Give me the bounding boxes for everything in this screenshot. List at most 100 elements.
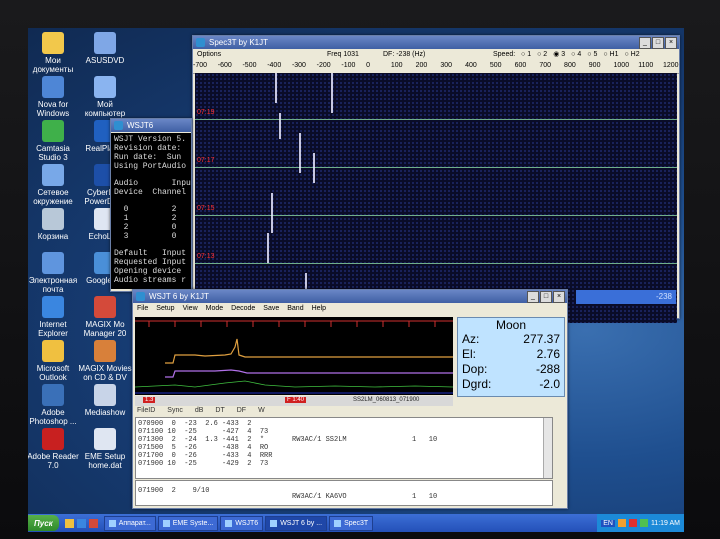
magix-icon bbox=[94, 296, 116, 318]
desktop-icon[interactable]: Adobe Photoshop ... bbox=[28, 384, 82, 426]
desktop-icon[interactable]: Сетевое окружение bbox=[28, 164, 82, 206]
bottom-message: RW3AC/1 KA6VO bbox=[292, 493, 347, 501]
desktop-icon[interactable]: Microsoft Outlook bbox=[28, 340, 82, 382]
menu-setup[interactable]: Setup bbox=[156, 305, 174, 312]
desktop-icon-label: Mediashow bbox=[84, 408, 126, 417]
taskbar-button[interactable]: Spec3T bbox=[329, 515, 374, 531]
wsjt6-maximize-button[interactable]: □ bbox=[540, 291, 552, 303]
scale-tick-label: 300 bbox=[440, 62, 453, 69]
desktop-icon[interactable]: Мои документы bbox=[28, 32, 82, 74]
speed-option[interactable]: ○ 2 bbox=[537, 49, 547, 61]
tray-icon[interactable] bbox=[628, 519, 637, 527]
speed-option[interactable]: ○ 1 bbox=[521, 49, 531, 61]
speed-option[interactable]: ○ H1 bbox=[603, 49, 618, 61]
speed-option[interactable]: ○ 5 bbox=[587, 49, 597, 61]
menu-options[interactable]: Options bbox=[197, 51, 221, 58]
minimize-button[interactable]: _ bbox=[639, 37, 651, 49]
desktop-icon[interactable]: MAGIX Movies on CD & DV bbox=[76, 340, 134, 382]
spectrum-plot[interactable] bbox=[134, 317, 454, 395]
decoded-text-panel[interactable]: 070900 0 -23 2.6 -433 2 071100 10 -25 -42… bbox=[135, 417, 553, 479]
decode-count: 1 10 bbox=[412, 436, 438, 444]
decode-scrollbar[interactable] bbox=[543, 418, 552, 478]
orange-trace bbox=[165, 338, 453, 364]
speed-option[interactable]: ◉ 3 bbox=[553, 49, 565, 61]
speed-option[interactable]: ○ H2 bbox=[624, 49, 639, 61]
close-button[interactable]: × bbox=[665, 37, 677, 49]
wsjt6-minimize-button[interactable]: _ bbox=[527, 291, 539, 303]
scale-tick-label: -200 bbox=[316, 62, 331, 69]
signal-trace bbox=[279, 113, 281, 139]
df-readout: DF: -238 (Hz) bbox=[383, 51, 426, 58]
taskbar-button[interactable]: EME Syste... bbox=[157, 515, 219, 531]
menu-save[interactable]: Save bbox=[263, 305, 279, 312]
menu-decode[interactable]: Decode bbox=[231, 305, 255, 312]
desktop-icon[interactable]: Электронная почта bbox=[28, 252, 82, 294]
wsjt-console-title: WSJT6 bbox=[127, 121, 154, 130]
column-header: W bbox=[258, 407, 265, 414]
desktop-icon-label: Camtasia Studio 3 bbox=[36, 144, 70, 162]
quicklaunch-icon[interactable] bbox=[64, 518, 74, 528]
desktop-icon[interactable]: Camtasia Studio 3 bbox=[28, 120, 82, 162]
spec3t-title: Spec3T by K1JT bbox=[209, 38, 268, 47]
speed-option-label: H1 bbox=[609, 51, 619, 58]
taskbar-button-label: Spec3T bbox=[344, 519, 369, 527]
task-app-icon bbox=[334, 519, 342, 527]
spec3t-titlebar[interactable]: Spec3T by K1JT _ □ × bbox=[193, 36, 679, 49]
az-value: 277.37 bbox=[523, 332, 560, 346]
network-icon bbox=[42, 164, 64, 186]
waterfall-display[interactable]: 07:19 07:17 07:15 07:13 bbox=[195, 73, 677, 323]
waterfall-timestamp: 07:19 bbox=[197, 109, 215, 116]
desktop-icon-label: Электронная почта bbox=[28, 276, 78, 294]
dgrd-value: -2.0 bbox=[539, 377, 560, 391]
desktop-icon[interactable]: MAGIX Mo Manager 20 bbox=[76, 296, 134, 338]
desktop-icon[interactable]: Mediashow bbox=[76, 384, 134, 417]
dop-value: -288 bbox=[535, 362, 560, 376]
decode-row[interactable]: 071700 0 -26 -433 4 RRR bbox=[138, 452, 272, 460]
language-indicator[interactable]: EN bbox=[601, 519, 615, 527]
menu-band[interactable]: Band bbox=[287, 305, 303, 312]
start-button[interactable]: Пуск bbox=[28, 515, 59, 531]
taskbar-button-label: WSJT 6 by ... bbox=[280, 519, 323, 527]
desktop-icon[interactable]: ASUSDVD bbox=[76, 32, 134, 65]
clock[interactable]: 11:19 AM bbox=[651, 520, 680, 527]
taskbar-button[interactable]: WSJT6 bbox=[220, 515, 264, 531]
decode-row[interactable]: 071300 2 -24 1.3 -441 2 * bbox=[138, 436, 272, 444]
desktop-icon[interactable]: Мой компьютер bbox=[76, 76, 134, 118]
console-line: Default Input bbox=[114, 249, 187, 258]
waterfall-separator bbox=[195, 215, 677, 216]
signal-trace bbox=[299, 133, 301, 173]
desktop-icon[interactable]: Adobe Reader 7.0 bbox=[28, 428, 82, 470]
decode-row[interactable]: 070900 0 -23 2.6 -433 2 bbox=[138, 420, 272, 428]
desktop-icon[interactable]: Корзина bbox=[28, 208, 82, 241]
wsjt6-close-button[interactable]: × bbox=[553, 291, 565, 303]
taskbar-button[interactable]: WSJT 6 by ... bbox=[265, 515, 328, 531]
tray-icon[interactable] bbox=[639, 519, 648, 527]
taskbar-button-label: WSJT6 bbox=[235, 519, 259, 527]
decode-row[interactable]: 071100 10 -25 -427 4 73 bbox=[138, 428, 272, 436]
decode-row[interactable]: 071900 10 -25 -429 2 73 bbox=[138, 460, 272, 468]
magix-movies-icon bbox=[94, 340, 116, 362]
quicklaunch-icon[interactable] bbox=[88, 518, 98, 528]
taskbar-button[interactable]: Аппарат... bbox=[103, 515, 156, 531]
signal-trace bbox=[313, 153, 315, 183]
tray-icon[interactable] bbox=[617, 519, 626, 527]
wsjt6-titlebar[interactable]: WSJT 6 by K1JT _ □ × bbox=[133, 290, 567, 303]
desktop-icon[interactable]: EME Setup home.dat bbox=[76, 428, 134, 470]
decode-message: RW3AC/1 SS2LM bbox=[292, 436, 347, 444]
quicklaunch-icon[interactable] bbox=[76, 518, 86, 528]
menu-mode[interactable]: Mode bbox=[206, 305, 224, 312]
desktop-icon[interactable]: Nova for Windows bbox=[28, 76, 82, 118]
wsjt-console-titlebar[interactable]: WSJT6 bbox=[111, 119, 191, 132]
menu-file[interactable]: File bbox=[137, 305, 148, 312]
average-text-panel[interactable]: 071900 2 9/10 RW3AC/1 KA6VO 1 10 bbox=[135, 480, 553, 506]
marker-left: 1.3 bbox=[143, 397, 156, 403]
decode-row[interactable]: 071500 5 -26 -438 4 RO bbox=[138, 444, 272, 452]
menu-view[interactable]: View bbox=[183, 305, 198, 312]
wsjt6-app-icon bbox=[136, 292, 145, 301]
console-line: 3 0 bbox=[114, 232, 177, 241]
menu-help[interactable]: Help bbox=[312, 305, 326, 312]
desktop-icon[interactable]: Internet Explorer bbox=[28, 296, 82, 338]
speed-option[interactable]: ○ 4 bbox=[571, 49, 581, 61]
wsjt-console-window: WSJT6 WSJT Version 5. Revision date: Run d… bbox=[110, 118, 192, 292]
maximize-button[interactable]: □ bbox=[652, 37, 664, 49]
